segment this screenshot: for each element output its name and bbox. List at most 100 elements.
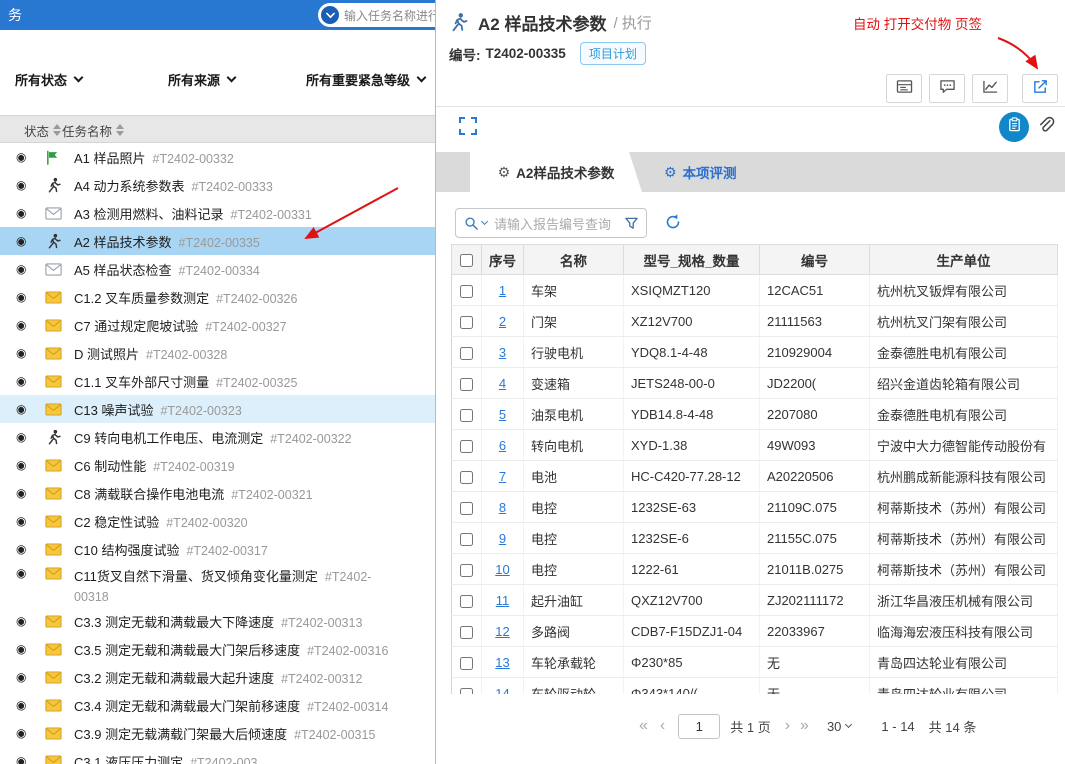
chevron-down-icon[interactable] — [321, 6, 339, 24]
report-list-button[interactable] — [999, 112, 1029, 142]
task-row[interactable]: ◉ C3.5 测定无载和满载最大门架后移速度 #T2402-00316 — [0, 635, 435, 663]
row-checkbox[interactable] — [460, 501, 473, 515]
task-row[interactable]: ◉ C11货叉自然下滑量、货叉倾角变化量测定 #T2402-00318 — [0, 563, 435, 607]
filter-status-dropdown[interactable]: 所有状态 — [15, 70, 84, 89]
refresh-icon — [664, 213, 682, 236]
row-seq-link[interactable]: 5 — [499, 407, 506, 422]
row-checkbox[interactable] — [460, 408, 473, 422]
row-seq-link[interactable]: 14 — [495, 686, 509, 695]
attachment-button[interactable] — [1037, 116, 1056, 140]
tab-evaluation[interactable]: ⚙ 本项评测 — [664, 152, 737, 192]
row-seq-link[interactable]: 1 — [499, 283, 506, 298]
task-row[interactable]: ◉ C13 噪声试验 #T2402-00323 — [0, 395, 435, 423]
cell-model: Φ343*140/( — [623, 677, 760, 694]
filter-source-dropdown[interactable]: 所有来源 — [168, 70, 237, 89]
task-row[interactable]: ◉ A5 样品状态检查 #T2402-00334 — [0, 255, 435, 283]
task-row[interactable]: ◉ A3 检测用燃料、油料记录 #T2402-00331 — [0, 199, 435, 227]
column-task-name[interactable]: 任务名称 — [62, 116, 125, 144]
card-view-button[interactable] — [886, 74, 922, 103]
row-checkbox[interactable] — [460, 439, 473, 453]
task-list-header: 状态 任务名称 — [0, 115, 435, 144]
cell-code: ZJ202111172 — [759, 584, 870, 616]
task-row[interactable]: ◉ C2 稳定性试验 #T2402-00320 — [0, 507, 435, 535]
task-row[interactable]: ◉ C3.9 测定无载满载门架最大后倾速度 #T2402-00315 — [0, 719, 435, 747]
status-dot-icon: ◉ — [16, 374, 27, 388]
status-dot-icon: ◉ — [16, 726, 27, 740]
task-row[interactable]: ◉ C9 转向电机工作电压、电流测定 #T2402-00322 — [0, 423, 435, 451]
task-row[interactable]: ◉ A1 样品照片 #T2402-00332 — [0, 143, 435, 171]
sort-icon[interactable] — [53, 124, 62, 136]
task-row[interactable]: ◉ C1.2 叉车质量参数测定 #T2402-00326 — [0, 283, 435, 311]
row-checkbox[interactable] — [460, 563, 473, 577]
row-checkbox[interactable] — [460, 687, 473, 694]
refresh-button[interactable] — [664, 213, 682, 236]
status-dot-icon: ◉ — [16, 430, 27, 444]
fullscreen-expand-icon[interactable] — [458, 116, 478, 136]
task-row[interactable]: ◉ C3.1 液压压力测定 #T2402-003 — [0, 747, 435, 764]
prev-page-button[interactable]: ‹ — [660, 718, 665, 734]
row-seq-link[interactable]: 3 — [499, 345, 506, 360]
task-code: #T2402-00313 — [281, 615, 363, 630]
filter-funnel-icon[interactable] — [624, 216, 639, 231]
row-checkbox[interactable] — [460, 346, 473, 360]
filter-priority-dropdown[interactable]: 所有重要紧急等级 — [306, 70, 427, 89]
column-status[interactable]: 状态 — [24, 116, 62, 144]
task-row[interactable]: ◉ C10 结构强度试验 #T2402-00317 — [0, 535, 435, 563]
row-checkbox[interactable] — [460, 284, 473, 298]
task-row[interactable]: ◉ C1.1 叉车外部尺寸测量 #T2402-00325 — [0, 367, 435, 395]
cell-manufacturer: 柯蒂斯技术（苏州）有限公司 — [869, 491, 1058, 523]
row-checkbox[interactable] — [460, 377, 473, 391]
page-number-input[interactable] — [678, 713, 721, 739]
select-all-checkbox[interactable] — [460, 253, 473, 267]
task-row[interactable]: ◉ D 测试照片 #T2402-00328 — [0, 339, 435, 367]
task-search-input[interactable]: 输入任务名称进行 — [318, 3, 435, 27]
row-seq-link[interactable]: 10 — [495, 562, 509, 577]
row-checkbox[interactable] — [460, 625, 473, 639]
row-seq-link[interactable]: 2 — [499, 314, 506, 329]
task-row[interactable]: ◉ C7 通过规定爬坡试验 #T2402-00327 — [0, 311, 435, 339]
table-row: 8 电控 1232SE-63 21109C.075 柯蒂斯技术（苏州）有限公司 — [451, 491, 1058, 523]
row-seq-link[interactable]: 13 — [495, 655, 509, 670]
row-checkbox[interactable] — [460, 532, 473, 546]
mail-icon — [45, 346, 64, 360]
row-seq-link[interactable]: 8 — [499, 500, 506, 515]
sort-icon[interactable] — [116, 124, 125, 136]
report-search-input[interactable]: 请输入报告编号查询 — [455, 208, 647, 238]
cell-model: 1222-61 — [623, 553, 760, 585]
task-row[interactable]: ◉ C8 满载联合操作电池电流 #T2402-00321 — [0, 479, 435, 507]
row-seq-link[interactable]: 4 — [499, 376, 506, 391]
task-row[interactable]: ◉ A2 样品技术参数 #T2402-00335 — [0, 227, 435, 255]
page-title: A2 样品技术参数 — [478, 15, 607, 34]
row-checkbox[interactable] — [460, 656, 473, 670]
row-checkbox[interactable] — [460, 315, 473, 329]
project-plan-tag[interactable]: 项目计划 — [579, 42, 646, 65]
task-row[interactable]: ◉ C3.3 测定无载和满载最大下降速度 #T2402-00313 — [0, 607, 435, 635]
task-row[interactable]: ◉ C6 制动性能 #T2402-00319 — [0, 451, 435, 479]
task-row[interactable]: ◉ A4 动力系统参数表 #T2402-00333 — [0, 171, 435, 199]
task-code: #T2402-00333 — [191, 179, 273, 194]
open-deliverable-button[interactable] — [1022, 74, 1058, 103]
row-checkbox[interactable] — [460, 594, 473, 608]
next-page-button[interactable]: › — [785, 718, 790, 734]
page-size-dropdown[interactable]: 30 — [827, 719, 853, 734]
task-number: T2402-00335 — [485, 46, 566, 61]
first-page-button[interactable]: « — [639, 718, 648, 734]
tab-a2-parameters[interactable]: ⚙ A2样品技术参数 — [470, 152, 642, 192]
activity-chart-button[interactable] — [972, 74, 1008, 103]
cell-code: 21109C.075 — [759, 491, 870, 523]
task-row[interactable]: ◉ C3.4 测定无载和满载最大门架前移速度 #T2402-00314 — [0, 691, 435, 719]
row-checkbox[interactable] — [460, 470, 473, 484]
row-seq-link[interactable]: 11 — [496, 593, 510, 608]
task-row[interactable]: ◉ C3.2 测定无载和满载最大起升速度 #T2402-00312 — [0, 663, 435, 691]
comments-button[interactable] — [929, 74, 965, 103]
menu-label[interactable]: 务 — [0, 0, 22, 30]
status-dot-icon: ◉ — [16, 150, 27, 164]
last-page-button[interactable]: » — [800, 718, 809, 734]
row-seq-link[interactable]: 7 — [499, 469, 506, 484]
row-seq-link[interactable]: 9 — [499, 531, 506, 546]
cell-name: 起升油缸 — [523, 584, 624, 616]
row-seq-link[interactable]: 12 — [495, 624, 509, 639]
status-dot-icon: ◉ — [16, 346, 27, 360]
row-seq-link[interactable]: 6 — [499, 438, 506, 453]
chevron-down-icon[interactable] — [480, 217, 489, 226]
